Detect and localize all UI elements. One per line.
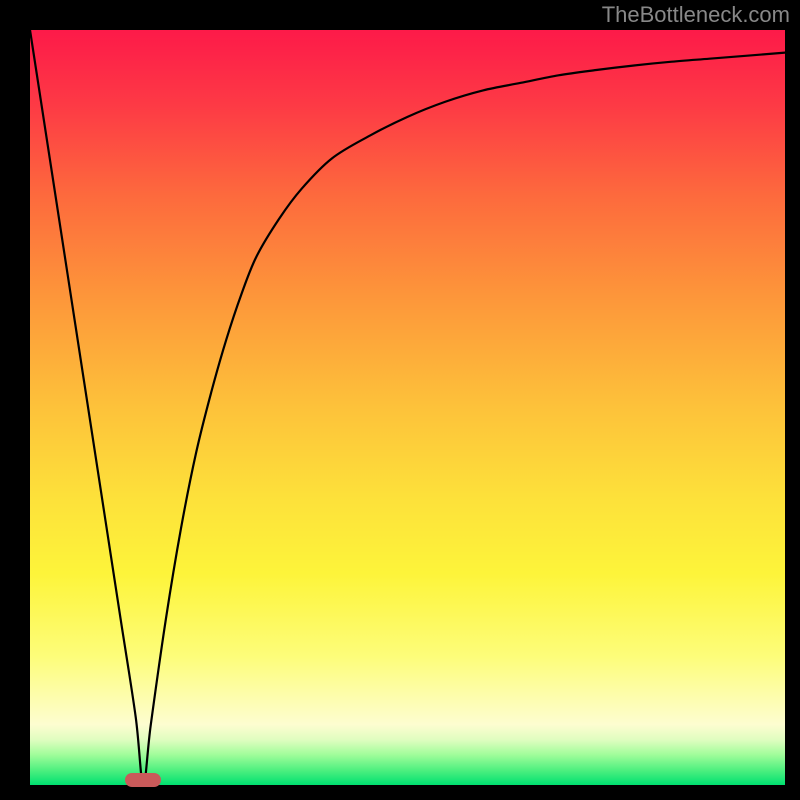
plot-area [30,30,785,785]
watermark-text: TheBottleneck.com [602,2,790,28]
curve-svg [30,30,785,785]
chart-frame: TheBottleneck.com [0,0,800,800]
bottleneck-curve-path [30,30,785,785]
minimum-marker-pill [125,773,161,787]
